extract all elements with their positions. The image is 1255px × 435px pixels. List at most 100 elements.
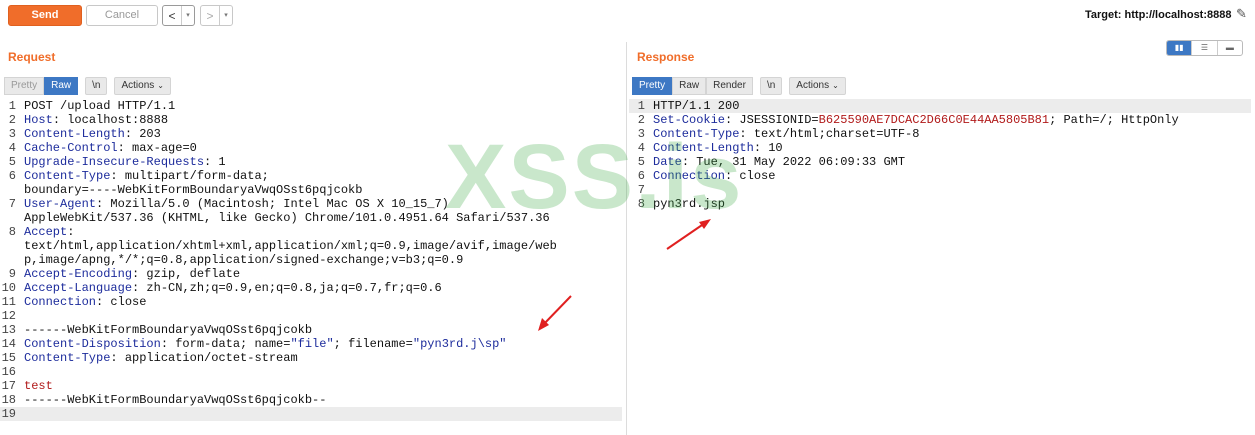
split-horizontal-icon[interactable]: ▮▮ [1167,41,1193,55]
actions-button[interactable]: Actions ⌄ [789,77,846,95]
code-line[interactable]: AppleWebKit/537.36 (KHTML, like Gecko) C… [0,211,622,225]
code-line[interactable]: 1 POST /upload HTTP/1.1 [0,99,622,113]
header-colon: : [67,225,75,239]
code-line[interactable]: 12 [0,309,622,323]
chevron-down-icon: ⌄ [157,81,164,90]
history-forward-group[interactable]: > ▾ [200,5,233,26]
header-value: text/html;charset=UTF-8 [746,127,920,141]
header-value: POST /upload HTTP/1.1 [24,99,176,113]
line-text: Accept-Language: zh-CN,zh;q=0.9,en;q=0.8… [24,281,442,295]
header-value: ; Path=/; HttpOnly [1049,113,1179,127]
request-tabs: Pretty Raw \n Actions ⌄ [4,77,171,95]
code-line[interactable]: 1 HTTP/1.1 200 [629,99,1251,113]
line-number: 12 [1,309,16,323]
line-number: 18 [1,393,16,407]
header-name: Content-Length [653,141,754,155]
code-line[interactable]: 14 Content-Disposition: form-data; name="… [0,337,622,351]
code-line[interactable]: 18 ------WebKitFormBoundaryaVwqOSst6pqjco… [0,393,622,407]
line-number [0,239,24,253]
header-value: close [732,169,776,183]
code-line[interactable]: 17 test [0,379,622,393]
header-name: Host [24,113,53,127]
code-line[interactable]: 15 Content-Type: application/octet-stream [0,351,622,365]
code-line[interactable]: 4 Cache-Control: max-age=0 [0,141,622,155]
code-line[interactable]: 13 ------WebKitFormBoundaryaVwqOSst6pqjco… [0,323,622,337]
code-line[interactable]: 6 Connection: close [629,169,1251,183]
tab-raw[interactable]: Raw [672,77,707,95]
code-line[interactable]: 2 Set-Cookie: JSESSIONID=B625590AE7DCAC2D… [629,113,1251,127]
line-text: Upgrade-Insecure-Requests: 1 [24,155,226,169]
line-number: 1 [8,99,16,113]
code-line[interactable]: 16 [0,365,622,379]
code-line[interactable]: 4 Content-Length: 10 [629,141,1251,155]
code-line[interactable]: boundary=----WebKitFormBoundaryaVwqOSst6… [0,183,622,197]
code-line[interactable]: 7 [629,183,1251,197]
code-line[interactable]: 5 Date: Tue, 31 May 2022 06:09:33 GMT [629,155,1251,169]
code-line[interactable]: 11 Connection: close [0,295,622,309]
code-line[interactable]: 10 Accept-Language: zh-CN,zh;q=0.9,en;q=0… [0,281,622,295]
forward-arrow-icon[interactable]: > [201,9,219,23]
header-name: Set-Cookie [653,113,726,127]
header-name: Content-Disposition [24,337,161,351]
code-line[interactable]: text/html,application/xhtml+xml,applicat… [0,239,622,253]
header-value: 1 [211,155,226,169]
cancel-button[interactable]: Cancel [86,5,158,26]
code-line[interactable]: 7 User-Agent: Mozilla/5.0 (Macintosh; Int… [0,197,622,211]
header-name: Upgrade-Insecure-Requests [24,155,205,169]
single-pane-icon[interactable]: ▬ [1218,41,1242,55]
header-value: pyn3rd.jsp [653,197,726,211]
code-line[interactable]: 9 Accept-Encoding: gzip, deflate [0,267,622,281]
code-line[interactable]: 8 Accept: [0,225,622,239]
tab-render[interactable]: Render [706,77,753,95]
param-string: "file" [290,337,334,351]
header-value: multipart/form-data; [117,169,269,183]
pencil-icon[interactable]: ✎ [1236,6,1247,22]
header-name: Content-Type [24,351,111,365]
send-button[interactable]: Send [8,5,82,26]
code-line[interactable]: 8 pyn3rd.jsp [629,197,1251,211]
header-value: ; filename= [333,337,413,351]
line-number: 3 [8,127,16,141]
tab-raw[interactable]: Raw [44,77,79,95]
history-back-group[interactable]: < ▾ [162,5,195,26]
pane-divider[interactable] [626,42,627,435]
split-vertical-icon[interactable]: ☰ [1192,41,1218,55]
response-title: Response [637,50,695,64]
header-value: Mozilla/5.0 (Macintosh; Intel Mac OS X 1… [103,197,449,211]
tab-newline[interactable]: \n [759,77,783,95]
line-text: Content-Length: 203 [24,127,161,141]
request-editor[interactable]: 1 POST /upload HTTP/1.1 2 Host: localhost:8… [0,99,622,421]
line-text: POST /upload HTTP/1.1 [24,99,175,113]
line-number: 4 [8,141,16,155]
line-text: AppleWebKit/537.36 (KHTML, like Gecko) C… [24,211,550,225]
forward-dropdown-icon[interactable]: ▾ [219,6,232,25]
actions-label: Actions [796,80,830,91]
code-line[interactable]: 6 Content-Type: multipart/form-data; [0,169,622,183]
line-number: 3 [637,127,645,141]
header-name: Content-Length [24,127,125,141]
code-line[interactable]: 5 Upgrade-Insecure-Requests: 1 [0,155,622,169]
code-line[interactable]: 2 Host: localhost:8888 [0,113,622,127]
line-number [0,183,24,197]
response-editor[interactable]: 1 HTTP/1.1 200 2 Set-Cookie: JSESSIONID=B62… [629,99,1251,211]
code-line[interactable]: 3 Content-Length: 203 [0,127,622,141]
red-arrow-icon [666,219,711,250]
line-text: Content-Type: multipart/form-data; [24,169,269,183]
back-dropdown-icon[interactable]: ▾ [181,6,194,25]
back-arrow-icon[interactable]: < [163,9,181,23]
line-text: Date: Tue, 31 May 2022 06:09:33 GMT [653,155,905,169]
line-number: 9 [8,267,16,281]
code-line[interactable]: 19 [0,407,622,421]
line-number: 7 [637,183,645,197]
code-line[interactable]: p,image/apng,*/*;q=0.8,application/signe… [0,253,622,267]
tab-newline[interactable]: \n [85,77,108,95]
tab-pretty[interactable]: Pretty [4,77,45,95]
header-value: p,image/apng,*/*;q=0.8,application/signe… [24,253,464,267]
header-colon: : [739,127,747,141]
actions-button[interactable]: Actions ⌄ [114,77,171,95]
code-line[interactable]: 3 Content-Type: text/html;charset=UTF-8 [629,127,1251,141]
tab-pretty[interactable]: Pretty [632,77,673,95]
header-value: ------WebKitFormBoundaryaVwqOSst6pqjcokb… [24,393,327,407]
line-number: 6 [8,169,16,183]
header-colon: : [753,141,762,155]
